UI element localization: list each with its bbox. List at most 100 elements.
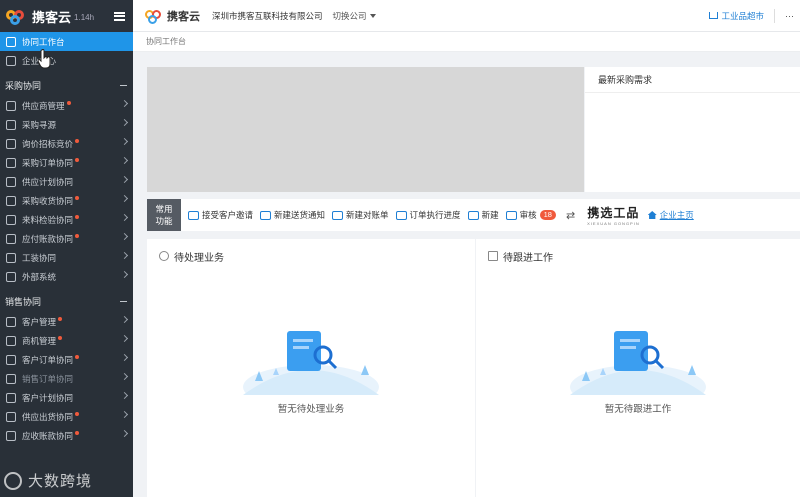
chevron-right-icon — [120, 270, 129, 279]
notification-dot — [66, 101, 71, 105]
chevron-right-icon — [120, 213, 129, 222]
brand-name: 携客云 — [32, 9, 72, 25]
cart-icon — [709, 12, 719, 19]
sidebar-item-label: 商机管理 — [22, 335, 57, 346]
chevron-right-icon — [120, 372, 129, 381]
empty-state-illustration — [243, 331, 379, 395]
collapse-icon[interactable] — [120, 300, 127, 302]
caret-down-icon — [369, 14, 376, 19]
sidebar-item[interactable]: 销售订单协同 — [0, 369, 133, 388]
brand-logo-icon — [6, 7, 28, 25]
notification-dot — [75, 412, 80, 416]
quick-action[interactable]: 新建送货通知 — [260, 209, 325, 221]
sidebar-item-label: 采购收货协同 — [22, 195, 74, 206]
empty-state-illustration — [570, 331, 706, 395]
sidebar-item[interactable]: 工装协同 — [0, 248, 133, 267]
menu-item-icon — [6, 252, 16, 263]
brand-logo-icon — [145, 8, 165, 24]
quick-label: 常用 功能 — [147, 199, 181, 231]
sidebar-item[interactable]: 供应出货协同 — [0, 407, 133, 426]
industrial-mall-link[interactable]: 工业品超市 — [709, 10, 764, 22]
sidebar-item[interactable]: 采购寻源 — [0, 115, 133, 134]
empty-text: 暂无待跟进工作 — [604, 404, 672, 415]
sidebar-item-workbench[interactable]: 协同工作台 — [0, 32, 133, 51]
quick-action-label: 新建对账单 — [346, 210, 389, 220]
swap-icon[interactable]: ⇄ — [566, 209, 575, 222]
collapse-icon[interactable] — [120, 84, 127, 86]
notification-dot — [75, 215, 80, 219]
count-badge: 18 — [539, 210, 556, 220]
menu-item-icon — [6, 195, 16, 206]
document-icon — [488, 251, 498, 261]
chevron-right-icon — [120, 118, 129, 127]
quick-action-label: 新建送货通知 — [274, 210, 326, 220]
chevron-right-icon — [120, 194, 129, 203]
menu-item-icon — [6, 392, 16, 403]
menu-item-icon — [6, 100, 16, 111]
chevron-right-icon — [120, 334, 129, 343]
quick-action[interactable]: 接受客户邀请 — [188, 209, 253, 221]
section-purchase[interactable]: 采购协同 — [0, 74, 133, 96]
sidebar-item[interactable]: 应收账款协同 — [0, 426, 133, 445]
banner-image[interactable] — [147, 67, 584, 192]
top-logo-text: 携客云 — [167, 10, 200, 23]
hand-cursor-icon — [38, 49, 51, 69]
more-button[interactable]: ··· — [785, 11, 794, 21]
section-sales[interactable]: 销售协同 — [0, 290, 133, 312]
menu-item-icon — [6, 411, 16, 422]
clock-icon — [159, 251, 169, 261]
menu-item-icon — [6, 119, 16, 130]
chart-icon — [6, 36, 16, 47]
chevron-right-icon — [120, 391, 129, 400]
menu-item-icon — [6, 373, 16, 384]
quick-action[interactable]: 审核 18 — [505, 209, 556, 221]
watermark: 大数跨境 — [4, 470, 92, 491]
sidebar-item[interactable]: 供应商管理 — [0, 96, 133, 115]
menu-item-icon — [6, 176, 16, 187]
enterprise-home-link[interactable]: 企业主页 — [647, 209, 694, 221]
quick-functions-bar: 常用 功能 接受客户邀请 新建送货通知 新建对账单 订单执行进度 新建 审核 18 ⇄ 携选… — [147, 199, 800, 231]
chevron-right-icon — [120, 175, 129, 184]
section-title: 销售协同 — [5, 296, 42, 307]
sidebar-item[interactable]: 客户订单协同 — [0, 350, 133, 369]
sidebar-item[interactable]: 商机管理 — [0, 331, 133, 350]
layers-icon — [6, 55, 16, 66]
chevron-right-icon — [120, 429, 129, 438]
brand-version: 1.14h — [74, 13, 95, 22]
notification-dot — [75, 355, 80, 359]
sidebar-item[interactable]: 应付账款协同 — [0, 229, 133, 248]
sidebar-item[interactable]: 客户计划协同 — [0, 388, 133, 407]
quick-action[interactable]: 新建 — [467, 209, 499, 221]
sidebar-item-label: 应收账款协同 — [22, 430, 74, 441]
sidebar-item[interactable]: 供应计划协同 — [0, 172, 133, 191]
notification-dot — [75, 431, 80, 435]
sidebar-item-label: 协同工作台 — [22, 36, 65, 47]
hamburger-menu-icon[interactable] — [114, 11, 125, 21]
sidebar-item-label: 销售订单协同 — [22, 373, 74, 384]
sidebar-item-label: 应付账款协同 — [22, 233, 74, 244]
notification-dot — [58, 317, 63, 321]
chevron-right-icon — [120, 156, 129, 165]
sidebar-item-enterprise[interactable]: 企业中心 — [0, 51, 133, 70]
sidebar-item[interactable]: 客户管理 — [0, 312, 133, 331]
menu-item-icon — [6, 157, 16, 168]
notification-dot — [75, 139, 80, 143]
chevron-right-icon — [120, 137, 129, 146]
sidebar-item-label: 供应商管理 — [22, 100, 65, 111]
sidebar-item[interactable]: 采购收货协同 — [0, 191, 133, 210]
sidebar-item[interactable]: 外部系统 — [0, 267, 133, 286]
quick-action[interactable]: 订单执行进度 — [395, 209, 461, 221]
sidebar-item-label: 客户订单协同 — [22, 354, 74, 365]
section-title: 采购协同 — [5, 80, 42, 91]
user-icon — [467, 210, 479, 220]
sidebar-item[interactable]: 来料检验协同 — [0, 210, 133, 229]
quick-action[interactable]: 新建对账单 — [332, 209, 389, 221]
panel-title: 待跟进工作 — [503, 252, 553, 264]
sidebar-item[interactable]: 询价招标竞价 — [0, 134, 133, 153]
xiexuan-brand-logo[interactable]: 携选工品 XIEXUAN GONGPIN — [587, 204, 640, 226]
sidebar-item[interactable]: 采购订单协同 — [0, 153, 133, 172]
menu-item-icon — [6, 138, 16, 149]
divider — [774, 8, 775, 23]
switch-company-button[interactable]: 切换公司 — [333, 10, 376, 22]
sidebar-item-label: 询价招标竞价 — [22, 138, 74, 149]
